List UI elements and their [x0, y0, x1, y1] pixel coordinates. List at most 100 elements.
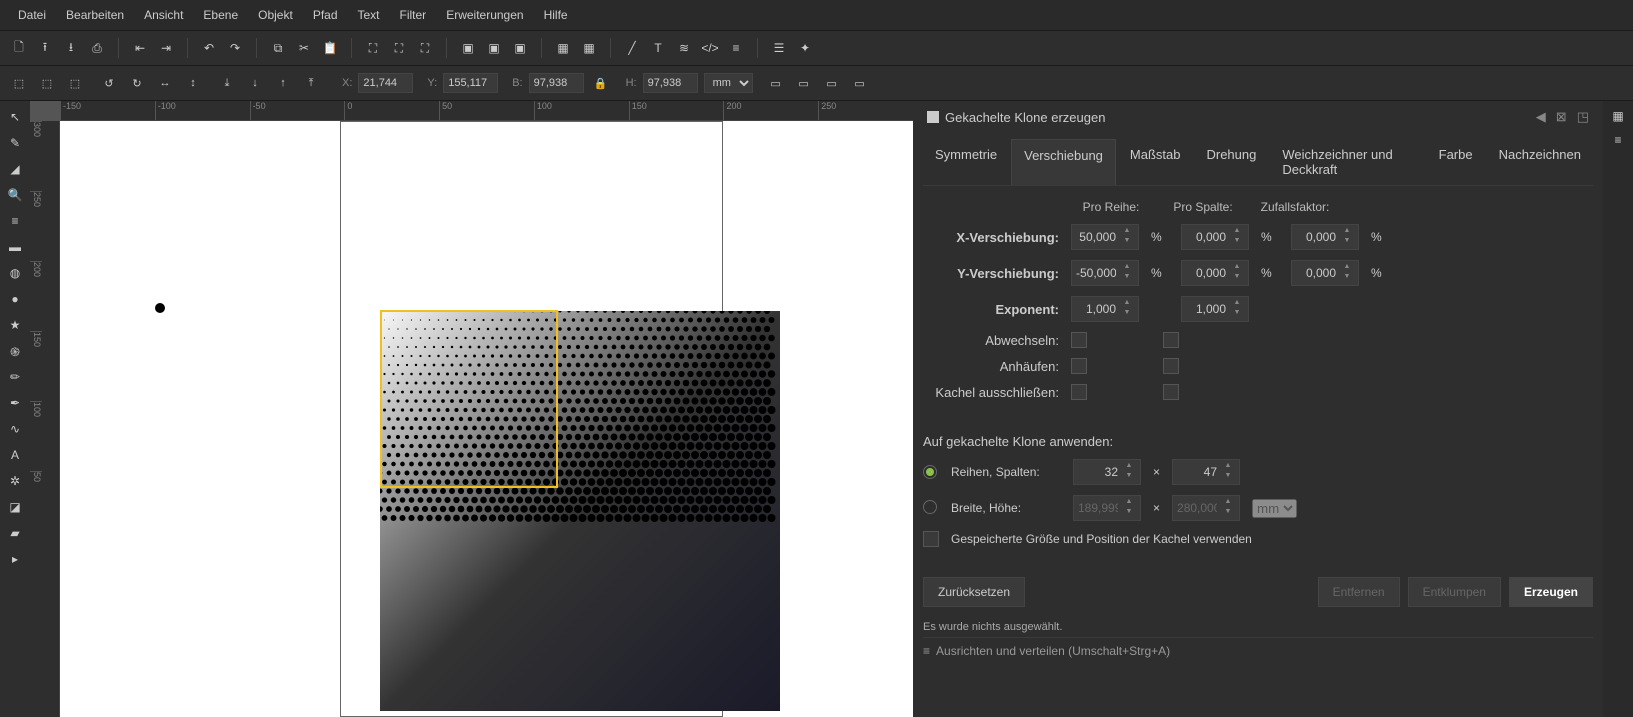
menu-datei[interactable]: Datei	[8, 4, 56, 26]
unlink-icon[interactable]: ▣	[509, 37, 531, 59]
dup-icon[interactable]: ▣	[457, 37, 479, 59]
calligraphy-tool-icon[interactable]: ∿	[3, 417, 27, 441]
exponent-col[interactable]	[1182, 297, 1230, 321]
cut-icon[interactable]: ✂	[293, 37, 315, 59]
open-icon[interactable]: ⭱	[34, 37, 56, 59]
lower-icon[interactable]: ↓	[244, 72, 266, 94]
zoom-tool-icon[interactable]: 🔍	[3, 183, 27, 207]
xml-icon[interactable]: </>	[699, 37, 721, 59]
rect-tool-icon[interactable]: ▬	[3, 235, 27, 259]
eraser-tool-icon[interactable]: ◪	[3, 495, 27, 519]
new-icon[interactable]: 🗋	[8, 37, 30, 59]
selector-tool-icon[interactable]: ↖	[3, 105, 27, 129]
tab-symmetrie[interactable]: Symmetrie	[923, 139, 1009, 185]
layers-icon[interactable]: ≋	[673, 37, 695, 59]
tab-massstab[interactable]: Maßstab	[1118, 139, 1193, 185]
cumulate-col-check[interactable]	[1163, 358, 1179, 374]
exclude-col-check[interactable]	[1163, 384, 1179, 400]
pen-tool-icon[interactable]: ✒	[3, 391, 27, 415]
exclude-row-check[interactable]	[1071, 384, 1087, 400]
x-input[interactable]	[358, 73, 413, 93]
dot-object[interactable]	[155, 303, 165, 313]
measure-tool-icon[interactable]: ≡	[3, 209, 27, 233]
remove-button[interactable]: Entfernen	[1318, 577, 1400, 607]
rows-cols-radio[interactable]	[923, 465, 937, 479]
ungroup-icon[interactable]: ▦	[578, 37, 600, 59]
menu-text[interactable]: Text	[348, 4, 390, 26]
save-icon[interactable]: ⭳	[60, 37, 82, 59]
menu-pfad[interactable]: Pfad	[303, 4, 348, 26]
exponent-row[interactable]	[1072, 297, 1120, 321]
raise-top-icon[interactable]: ⤒	[300, 72, 322, 94]
canvas-area[interactable]: -150-100-50050100150200250 3002502001501…	[30, 101, 913, 717]
y-shift-col[interactable]	[1182, 261, 1230, 285]
menu-ebene[interactable]: Ebene	[193, 4, 248, 26]
alternate-row-check[interactable]	[1071, 332, 1087, 348]
lock-icon[interactable]: 🔒	[590, 72, 612, 94]
star-tool-icon[interactable]: ★	[3, 313, 27, 337]
zoom-sel-icon[interactable]: ⛶	[362, 37, 384, 59]
flip-h-icon[interactable]: ↔	[154, 72, 176, 94]
text-tool-icon[interactable]: A	[3, 443, 27, 467]
menu-ansicht[interactable]: Ansicht	[134, 4, 193, 26]
print-icon[interactable]: ⎙	[86, 37, 108, 59]
paste-icon[interactable]: 📋	[319, 37, 341, 59]
tab-drehung[interactable]: Drehung	[1194, 139, 1268, 185]
y-shift-row[interactable]	[1072, 261, 1120, 285]
deselect-icon[interactable]: ⬚	[64, 72, 86, 94]
move-pattern-icon[interactable]: ▭	[849, 72, 871, 94]
unit-select[interactable]: mm	[704, 73, 753, 93]
spray-tool-icon[interactable]: ✲	[3, 469, 27, 493]
panel-detach-icon[interactable]: ◳	[1577, 109, 1589, 125]
panel-close-icon[interactable]: ⊠	[1556, 109, 1567, 125]
dock-align-icon[interactable]: ≡	[1614, 133, 1621, 147]
tab-verschiebung[interactable]: Verschiebung	[1011, 139, 1116, 185]
cols-input[interactable]	[1173, 460, 1221, 484]
zoom-draw-icon[interactable]: ⛶	[388, 37, 410, 59]
align-icon[interactable]: ≡	[725, 37, 747, 59]
h-input[interactable]	[643, 73, 698, 93]
rotate-cw-icon[interactable]: ↻	[126, 72, 148, 94]
rows-input[interactable]	[1074, 460, 1122, 484]
w-input[interactable]	[529, 73, 584, 93]
menu-objekt[interactable]: Objekt	[248, 4, 303, 26]
fillstroke-icon[interactable]: ╱	[621, 37, 643, 59]
canvas[interactable]	[60, 121, 913, 717]
lower-bottom-icon[interactable]: ⤓	[216, 72, 238, 94]
flip-v-icon[interactable]: ↕	[182, 72, 204, 94]
scale-stroke-icon[interactable]: ▭	[765, 72, 787, 94]
tab-farbe[interactable]: Farbe	[1427, 139, 1485, 185]
menu-hilfe[interactable]: Hilfe	[534, 4, 578, 26]
selectall-icon[interactable]: ⬚	[8, 72, 30, 94]
connector-tool-icon[interactable]: ▸	[3, 547, 27, 571]
y-shift-rand[interactable]	[1292, 261, 1340, 285]
cumulate-row-check[interactable]	[1071, 358, 1087, 374]
export-icon[interactable]: ⇥	[155, 37, 177, 59]
spiral-tool-icon[interactable]: ֍	[3, 339, 27, 363]
x-shift-col[interactable]	[1182, 225, 1230, 249]
reset-button[interactable]: Zurücksetzen	[923, 577, 1025, 607]
panel-iconify-icon[interactable]: ◀	[1536, 109, 1546, 125]
unclump-button[interactable]: Entklumpen	[1408, 577, 1501, 607]
y-input[interactable]	[443, 73, 498, 93]
tab-nachzeichnen[interactable]: Nachzeichnen	[1487, 139, 1593, 185]
tab-weichzeichner[interactable]: Weichzeichner und Deckkraft	[1270, 139, 1424, 185]
x-shift-row[interactable]	[1072, 225, 1120, 249]
copy-icon[interactable]: ⧉	[267, 37, 289, 59]
text-icon[interactable]: T	[647, 37, 669, 59]
bucket-tool-icon[interactable]: ▰	[3, 521, 27, 545]
raise-icon[interactable]: ↑	[272, 72, 294, 94]
clone-icon[interactable]: ▣	[483, 37, 505, 59]
menu-bearbeiten[interactable]: Bearbeiten	[56, 4, 134, 26]
group-icon[interactable]: ▦	[552, 37, 574, 59]
pencil-tool-icon[interactable]: ✏	[3, 365, 27, 389]
selectlayer-icon[interactable]: ⬚	[36, 72, 58, 94]
width-height-radio[interactable]	[923, 500, 937, 514]
rotate-ccw-icon[interactable]: ↺	[98, 72, 120, 94]
prefs-icon[interactable]: ☰	[768, 37, 790, 59]
zoom-page-icon[interactable]: ⛶	[414, 37, 436, 59]
use-saved-check[interactable]	[923, 531, 939, 547]
menu-filter[interactable]: Filter	[390, 4, 437, 26]
cube-tool-icon[interactable]: ◍	[3, 261, 27, 285]
import-icon[interactable]: ⇤	[129, 37, 151, 59]
